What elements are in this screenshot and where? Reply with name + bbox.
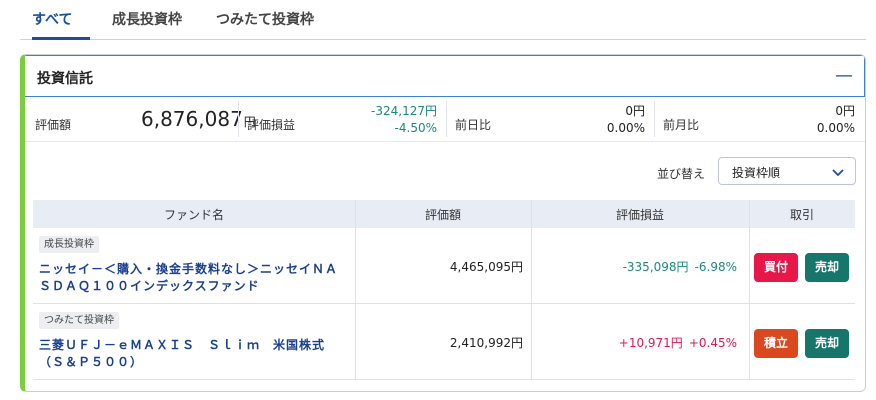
summary-row: 評価額 6,876,087円 評価損益 -324,127円 -4.50% 前日比… <box>25 97 865 196</box>
pl-label: 評価損益 <box>247 118 296 132</box>
tab-tsumitate[interactable]: つみたて投資枠 <box>216 9 314 29</box>
fund-pl-pct: -6.98% <box>694 260 737 274</box>
buy-button[interactable]: 買付 <box>754 253 798 282</box>
accumulate-button[interactable]: 積立 <box>754 329 798 358</box>
active-tab-indicator <box>32 37 90 40</box>
fund-pl: -335,098円 -6.98% <box>531 258 737 275</box>
prev-day-pct: 0.00% <box>606 121 645 135</box>
divider <box>654 101 655 137</box>
card-header[interactable]: 投資信託 — <box>25 55 865 97</box>
table-row: 成長投資枠 ニッセイ－＜購入・換金手数料なし＞ニッセイＮＡＳＤＡＱ１００インデッ… <box>33 229 855 304</box>
pl-pct: -4.50% <box>394 121 437 135</box>
sell-button[interactable]: 売却 <box>805 329 849 358</box>
header-fund: ファンド名 <box>163 208 224 222</box>
account-type-badge: つみたて投資枠 <box>39 312 119 329</box>
prev-month-label: 前月比 <box>663 118 700 132</box>
sell-button[interactable]: 売却 <box>805 253 849 282</box>
investment-trust-card: 投資信託 — 評価額 6,876,087円 評価損益 -324,127円 -4.… <box>20 54 866 392</box>
fund-pl-value: -335,098円 <box>622 260 689 274</box>
chevron-down-icon <box>831 162 845 186</box>
prev-day-value: 0円 <box>625 104 645 118</box>
fund-name-link[interactable]: 三菱ＵＦＪ－ｅＭＡＸＩＳ Ｓｌｉｍ 米国株式（Ｓ＆Ｐ５００） <box>39 337 345 371</box>
header-trade: 取引 <box>789 208 814 222</box>
minus-icon[interactable]: — <box>834 64 854 88</box>
portfolio-tabs: すべて 成長投資枠 つみたて投資枠 <box>20 0 866 40</box>
table-row: つみたて投資枠 三菱ＵＦＪ－ｅＭＡＸＩＳ Ｓｌｉｍ 米国株式（Ｓ＆Ｐ５００） 2… <box>33 305 855 380</box>
account-type-badge: 成長投資枠 <box>39 236 99 253</box>
table-header: ファンド名 評価額 評価損益 取引 <box>33 200 855 228</box>
divider <box>446 101 447 137</box>
fund-pl-pct: +0.45% <box>688 336 737 350</box>
prev-month-pct: 0.00% <box>816 121 855 135</box>
pl-value: -324,127円 <box>371 104 437 118</box>
sort-value: 投資枠順 <box>732 166 781 180</box>
fund-pl-value: +10,971円 <box>618 336 683 350</box>
tab-all[interactable]: すべて <box>32 9 72 29</box>
card-title: 投資信託 <box>37 71 93 87</box>
header-valuation: 評価額 <box>424 208 461 222</box>
prev-month-value: 0円 <box>835 104 855 118</box>
fund-valuation: 4,465,095円 <box>449 260 523 274</box>
valuation-value: 6,876,087 <box>141 107 243 131</box>
header-pl: 評価損益 <box>615 208 664 222</box>
sort-label: 並び替え <box>656 167 705 181</box>
fund-name-link[interactable]: ニッセイ－＜購入・換金手数料なし＞ニッセイＮＡＳＤＡＱ１００インデックスファンド <box>39 261 345 295</box>
fund-valuation: 2,410,992円 <box>449 336 523 350</box>
divider <box>238 101 239 137</box>
tab-growth[interactable]: 成長投資枠 <box>112 9 182 29</box>
prev-day-label: 前日比 <box>455 118 492 132</box>
sort-select[interactable]: 投資枠順 <box>718 157 856 185</box>
fund-pl: +10,971円 +0.45% <box>531 334 737 351</box>
valuation-label: 評価額 <box>35 118 72 132</box>
summary-divider <box>25 141 865 142</box>
